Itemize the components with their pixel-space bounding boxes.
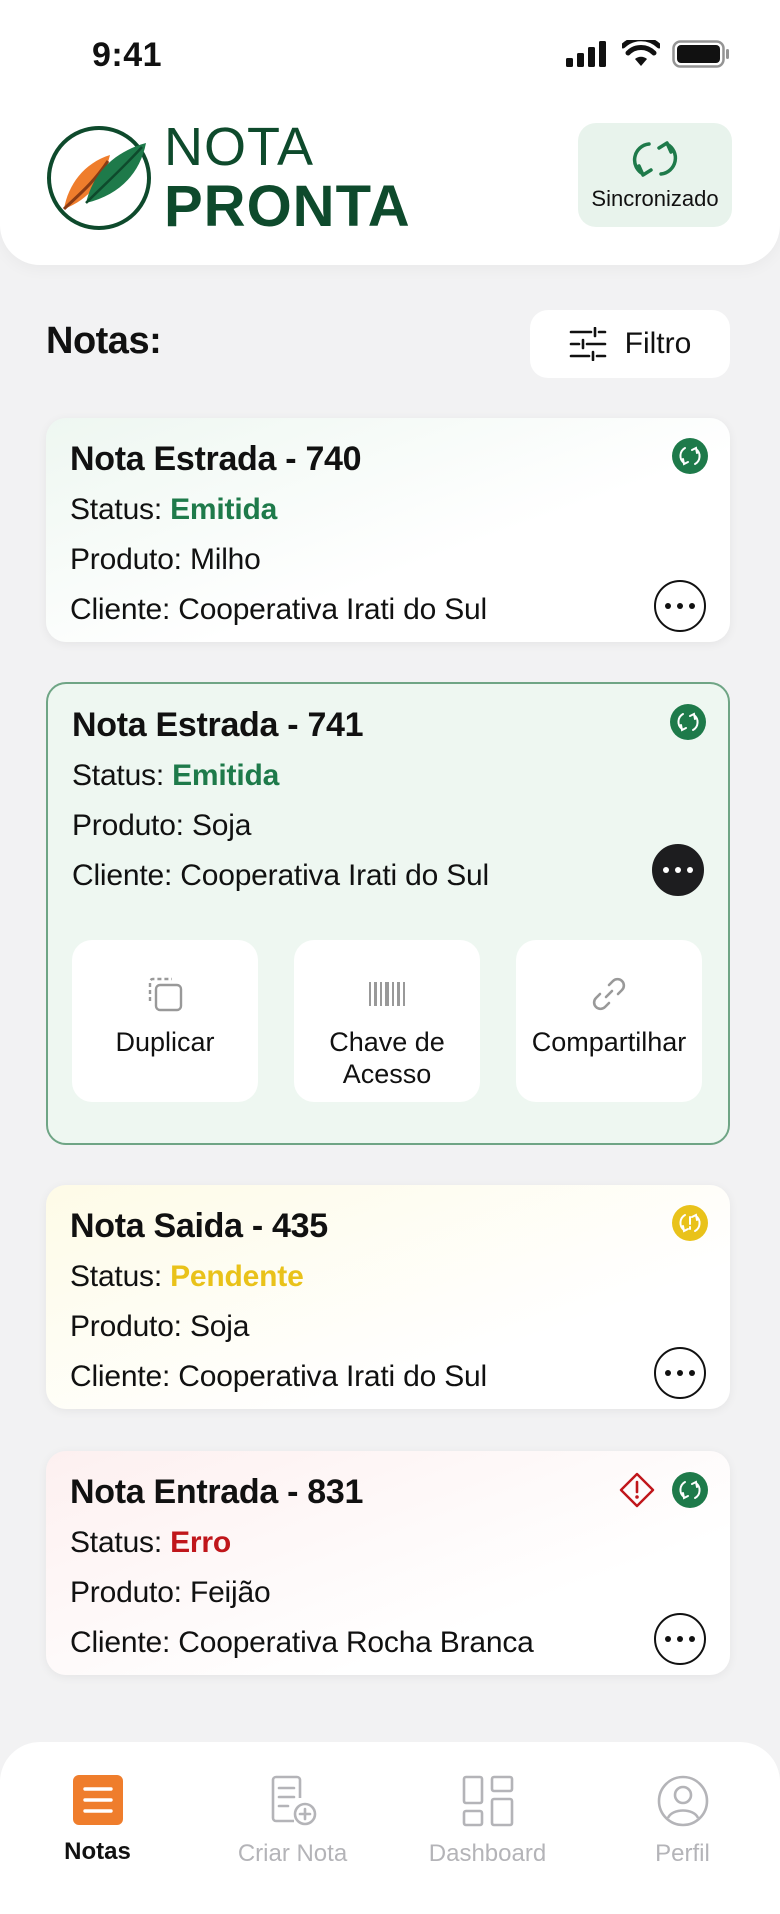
access-key-label: Chave de Acesso [329, 1027, 445, 1089]
note-status: Status: Erro [70, 1526, 232, 1559]
warning-icon [619, 1472, 655, 1508]
note-client: Cliente: Cooperativa Rocha Branca [70, 1626, 534, 1659]
duplicate-button[interactable]: Duplicar [72, 940, 258, 1102]
status-value: Emitida [170, 493, 278, 526]
more-icon [665, 1370, 695, 1376]
status-value: Emitida [172, 759, 280, 792]
brand-line2: PRONTA [164, 174, 411, 239]
note-title: Nota Estrada - 740 [70, 440, 362, 478]
signal-icon [566, 41, 606, 67]
note-title: Nota Entrada - 831 [70, 1473, 364, 1511]
sync-status-button[interactable]: Sincronizado [578, 123, 732, 227]
status-icons [566, 40, 730, 68]
note-status: Status: Emitida [72, 759, 280, 792]
note-product: Produto: Milho [70, 543, 261, 576]
status-value: Pendente [170, 1260, 304, 1293]
note-product: Produto: Soja [72, 809, 252, 842]
synced-icon [672, 1472, 708, 1508]
nav-label: Notas [64, 1838, 131, 1865]
leaf-logo-icon [47, 126, 151, 230]
status-value: Erro [170, 1526, 232, 1559]
more-icon [665, 1636, 695, 1642]
access-key-button[interactable]: Chave de Acesso [294, 940, 480, 1102]
page-title: Notas: [46, 320, 162, 362]
note-status: Status: Pendente [70, 1260, 304, 1293]
create-note-icon [271, 1775, 316, 1826]
profile-icon [657, 1775, 708, 1827]
nav-label: Criar Nota [237, 1840, 348, 1867]
more-options-button[interactable] [652, 844, 704, 896]
app-header: 9:41 NOTA PRONTA Sincronizado [0, 0, 780, 265]
note-product: Produto: Soja [70, 1310, 250, 1343]
note-card-expanded[interactable]: Nota Estrada - 741 Status: Emitida Produ… [46, 682, 730, 1145]
nav-item-perfil[interactable]: Perfil [585, 1774, 780, 1868]
status-bar: 9:41 [0, 0, 780, 110]
notes-icon [72, 1775, 123, 1825]
status-time: 9:41 [92, 36, 163, 74]
link-icon [592, 977, 626, 1011]
note-client: Cliente: Cooperativa Irati do Sul [70, 593, 487, 626]
dashboard-icon [462, 1775, 513, 1827]
nav-item-notas[interactable]: Notas [0, 1774, 195, 1866]
note-title: Nota Saida - 435 [70, 1207, 328, 1245]
more-options-button[interactable] [654, 1347, 706, 1399]
more-icon [665, 603, 695, 609]
nav-item-dashboard[interactable]: Dashboard [390, 1774, 585, 1868]
brand-logo: NOTA PRONTA [46, 120, 411, 236]
bottom-nav: Notas Criar Nota Dashboard Perfil [0, 1742, 780, 1914]
barcode-icon [369, 982, 405, 1006]
sync-pending-icon [672, 1205, 708, 1241]
note-product: Produto: Feijão [70, 1576, 271, 1609]
note-client: Cliente: Cooperativa Irati do Sul [72, 859, 489, 892]
more-options-button[interactable] [654, 1613, 706, 1665]
filter-button[interactable]: Filtro [530, 310, 730, 378]
note-title: Nota Estrada - 741 [72, 706, 364, 744]
battery-icon [672, 40, 729, 68]
more-icon [663, 867, 693, 873]
nav-item-criar-nota[interactable]: Criar Nota [195, 1774, 390, 1868]
brand-line1: NOTA [164, 117, 314, 177]
share-label: Compartilhar [531, 1027, 687, 1057]
note-status: Status: Emitida [70, 493, 278, 526]
more-options-button[interactable] [654, 580, 706, 632]
wifi-icon [622, 40, 660, 66]
filter-sliders-icon [569, 327, 606, 361]
share-button[interactable]: Compartilhar [516, 940, 702, 1102]
sync-icon [632, 141, 678, 177]
note-client: Cliente: Cooperativa Irati do Sul [70, 1360, 487, 1393]
note-card[interactable]: Nota Entrada - 831 Status: Erro Produto:… [46, 1451, 730, 1675]
note-actions: Duplicar Chave de Acesso Compartilhar [72, 940, 702, 1102]
nav-label: Dashboard [428, 1840, 547, 1867]
note-card[interactable]: Nota Saida - 435 Status: Pendente Produt… [46, 1185, 730, 1409]
duplicate-label: Duplicar [115, 1027, 215, 1057]
synced-icon [670, 704, 706, 740]
nav-label: Perfil [655, 1840, 710, 1867]
duplicate-icon [148, 977, 183, 1012]
sync-label: Sincronizado [591, 186, 719, 211]
filter-label: Filtro [624, 327, 692, 360]
synced-icon [672, 438, 708, 474]
note-card[interactable]: Nota Estrada - 740 Status: Emitida Produ… [46, 418, 730, 642]
